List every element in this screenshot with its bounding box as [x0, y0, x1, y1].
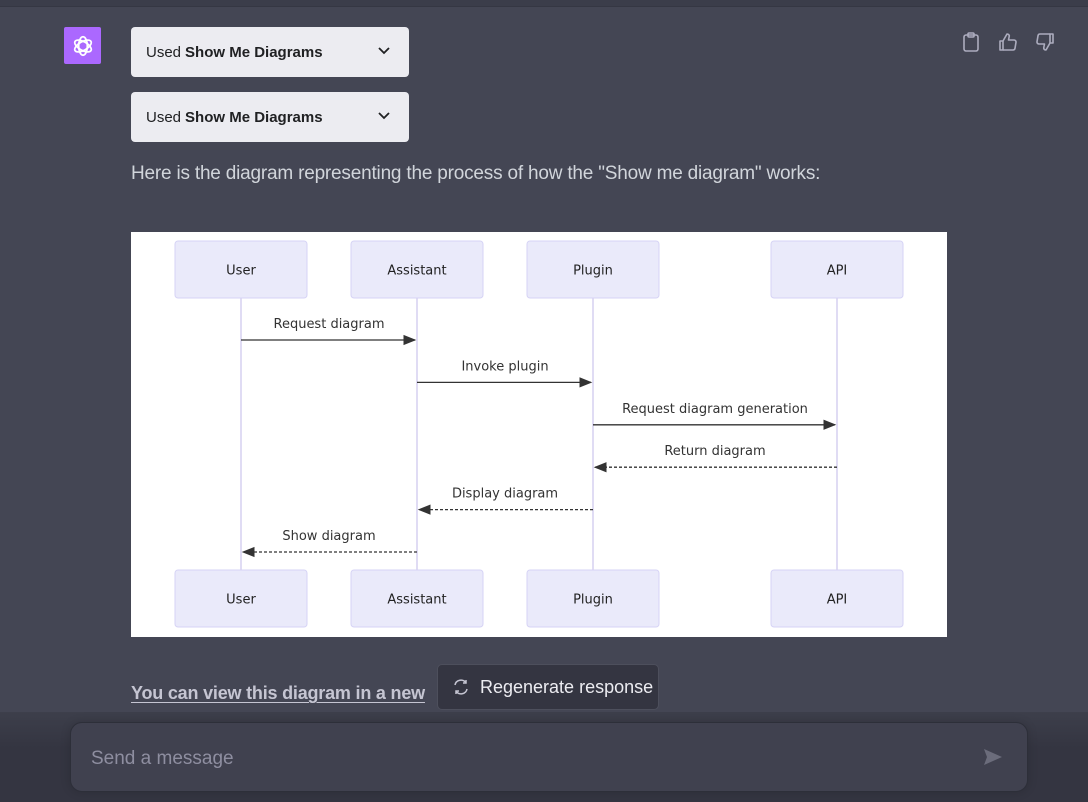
actor-label-bottom: API	[827, 593, 848, 608]
plugin-name: Show Me Diagrams	[185, 108, 323, 126]
actor-label-bottom: Assistant	[387, 593, 446, 608]
actor-label-bottom: User	[226, 593, 256, 608]
top-divider	[0, 0, 1088, 7]
actor-label-top: User	[226, 264, 256, 279]
chevron-down-icon	[378, 112, 390, 120]
sequence-diagram: User User Assistant Assistant Plugin Plugin AP…	[131, 232, 947, 637]
message-label: Return diagram	[664, 444, 765, 459]
thumbs-down-icon	[1036, 33, 1054, 51]
assistant-avatar	[64, 27, 101, 64]
regenerate-label: Regenerate response	[480, 676, 654, 697]
actor-label-top: Assistant	[387, 264, 446, 279]
plugin-prefix: Used	[146, 43, 182, 61]
copy-button[interactable]	[960, 31, 982, 53]
actor-label-top: API	[827, 264, 848, 279]
message-label: Display diagram	[452, 487, 558, 502]
regenerate-response-button[interactable]: Regenerate response	[437, 664, 659, 710]
openai-logo-icon	[73, 35, 92, 56]
actor-label-top: Plugin	[573, 264, 613, 279]
plugin-call-toggle[interactable]: Used Show Me Diagrams	[131, 27, 409, 77]
thumbs-up-icon	[999, 33, 1017, 51]
plugin-call-toggle[interactable]: Used Show Me Diagrams	[131, 92, 409, 142]
message-label: Invoke plugin	[461, 359, 548, 374]
message-label: Request diagram	[274, 317, 385, 332]
message-actions	[960, 31, 1056, 53]
message-label: Request diagram generation	[622, 402, 808, 417]
thumbs-down-button[interactable]	[1034, 31, 1056, 53]
view-diagram-link[interactable]: You can view this diagram in a new	[131, 683, 425, 704]
thumbs-up-button[interactable]	[997, 31, 1019, 53]
plugin-name: Show Me Diagrams	[185, 43, 323, 61]
message-input[interactable]	[89, 743, 953, 775]
send-icon[interactable]	[981, 745, 1005, 769]
chevron-down-icon	[378, 47, 390, 55]
refresh-icon	[454, 679, 468, 695]
message-composer	[70, 722, 1028, 792]
actor-label-bottom: Plugin	[573, 593, 613, 608]
sequence-diagram-svg: User User Assistant Assistant Plugin Plugin AP…	[174, 240, 904, 628]
message-label: Show diagram	[282, 529, 375, 544]
plugin-prefix: Used	[146, 108, 182, 126]
assistant-message-text: Here is the diagram representing the pro…	[131, 163, 821, 184]
clipboard-icon	[963, 32, 979, 52]
